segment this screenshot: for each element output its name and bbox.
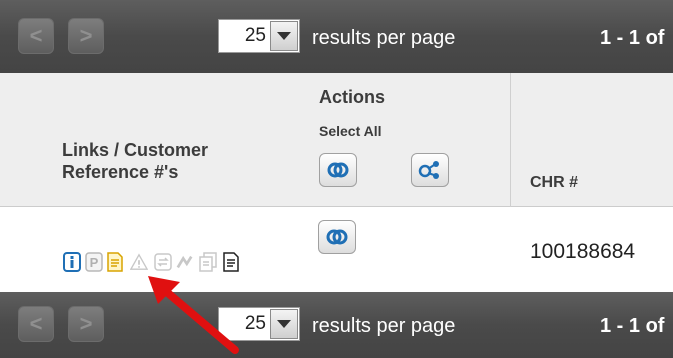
prev-page-button[interactable]: < xyxy=(18,18,54,54)
info-icon[interactable] xyxy=(63,252,81,272)
results-per-page-value: 25 xyxy=(244,313,266,334)
next-page-button[interactable]: > xyxy=(68,306,104,342)
results-per-page-label: results per page xyxy=(312,315,456,337)
route-icon xyxy=(176,252,194,272)
page-range: 1 - 1 of xyxy=(600,315,665,337)
select-all-link-button[interactable] xyxy=(319,153,357,187)
results-per-page-select[interactable]: 25 xyxy=(218,307,300,341)
link-rings-icon xyxy=(326,229,348,245)
table-row: P 100188684 xyxy=(0,208,673,292)
results-per-page-select[interactable]: 25 xyxy=(218,19,300,53)
share-nodes-icon xyxy=(418,161,439,179)
page-range: 1 - 1 of xyxy=(600,27,665,49)
row-link-button[interactable] xyxy=(318,220,356,254)
p-icon: P xyxy=(85,252,103,272)
next-page-button[interactable]: > xyxy=(68,18,104,54)
link-rings-icon xyxy=(327,162,349,178)
copy-icon xyxy=(199,252,217,272)
document-icon[interactable] xyxy=(222,252,240,272)
links-column-header: Links / Customer Reference #'s xyxy=(62,140,209,182)
select-all-label: Select All xyxy=(319,123,382,139)
results-per-page-value: 25 xyxy=(244,25,266,46)
column-divider xyxy=(510,73,511,207)
document-note-icon[interactable] xyxy=(106,252,124,272)
actions-column-header: Actions xyxy=(319,87,386,107)
table-header: Links / Customer Reference #'s Actions S… xyxy=(0,73,673,207)
chr-number: 100188684 xyxy=(530,240,636,263)
pager-bottom: < > 25 results per page 1 - 1 of xyxy=(0,292,673,358)
chr-column-header: CHR # xyxy=(530,174,579,191)
svg-text:P: P xyxy=(90,255,99,270)
warning-icon xyxy=(130,252,148,272)
chevron-down-icon[interactable] xyxy=(270,21,298,51)
swap-icon xyxy=(154,252,172,272)
select-all-share-button[interactable] xyxy=(411,153,449,187)
pager-top: < > 25 results per page 1 - 1 of xyxy=(0,0,673,73)
chevron-down-icon[interactable] xyxy=(270,309,298,339)
prev-page-button[interactable]: < xyxy=(18,306,54,342)
results-per-page-label: results per page xyxy=(312,27,456,49)
